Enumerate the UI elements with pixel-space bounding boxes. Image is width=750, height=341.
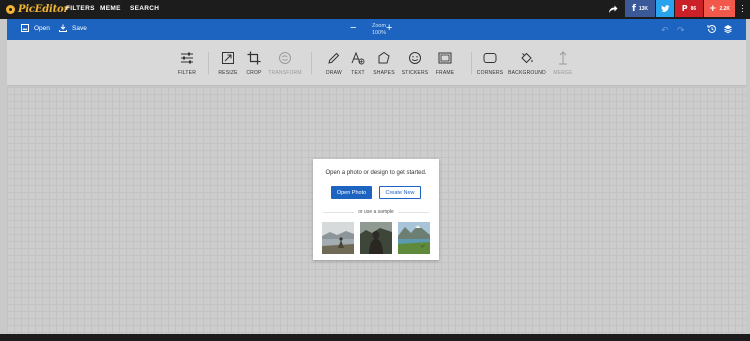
tool-filter-label: FILTER <box>177 70 197 76</box>
sample-photo-lakeside <box>322 222 354 254</box>
logo-text: PicEditor <box>18 4 69 15</box>
tool-merge-label: MERGE <box>553 70 573 76</box>
action-bar: Open Save − Zoom 100% + ↶ ↷ <box>7 19 746 40</box>
image-icon <box>21 24 29 32</box>
dialog-title: Open a photo or design to get started. <box>325 170 427 176</box>
tools-toolbar: FILTER RESIZE CROP TRANSFORM DRAW TEXT S… <box>7 40 746 86</box>
tool-frame[interactable]: FRAME <box>425 51 465 76</box>
sample-caption-text: or use a sample <box>354 209 398 215</box>
addthis-count: 2.2K <box>719 5 731 12</box>
sample-thumbnail[interactable] <box>360 222 392 254</box>
nav-search[interactable]: SEARCH <box>130 5 159 12</box>
tool-crop-label: CROP <box>246 70 262 76</box>
pinterest-share-button[interactable]: P 86 <box>675 0 703 17</box>
pinterest-icon: P <box>681 4 688 13</box>
tool-transform-label: TRANSFORM <box>268 70 302 76</box>
toolbar-divider <box>311 52 312 74</box>
save-button[interactable]: Save <box>59 24 87 32</box>
zoom-out-button[interactable]: − <box>350 22 356 34</box>
zoom-in-button[interactable]: + <box>386 22 392 34</box>
facebook-share-button[interactable]: f 13K <box>625 0 655 17</box>
tool-background[interactable]: BACKGROUND <box>507 51 547 76</box>
twitter-share-button[interactable] <box>656 0 674 17</box>
tool-corners-label: CORNERS <box>476 70 504 76</box>
top-navbar: PicEditor FILTERS MEME SEARCH f 13K P 86… <box>0 0 750 19</box>
addthis-share-button[interactable]: + 2.2K <box>704 0 735 17</box>
crop-icon <box>247 51 261 65</box>
history-icon[interactable] <box>707 24 717 34</box>
layers-icon[interactable] <box>723 24 733 34</box>
sample-photo-mountain-lake <box>398 222 430 254</box>
frame-icon <box>438 52 452 64</box>
redo-icon[interactable]: ↷ <box>677 25 685 36</box>
facebook-count: 13K <box>638 5 649 12</box>
open-button[interactable]: Open <box>21 24 50 32</box>
tool-merge[interactable]: MERGE <box>543 51 583 76</box>
create-new-button[interactable]: Create New <box>379 186 421 199</box>
share-arrow-icon[interactable] <box>608 4 618 14</box>
start-dialog: Open a photo or design to get started. O… <box>313 159 439 260</box>
tool-transform[interactable]: TRANSFORM <box>265 51 305 76</box>
transform-icon <box>279 52 291 64</box>
sample-photo-woman-forest <box>360 222 392 254</box>
sliders-icon <box>181 52 193 64</box>
twitter-icon <box>660 5 670 13</box>
shapes-icon <box>378 51 390 64</box>
undo-icon[interactable]: ↶ <box>661 25 669 36</box>
open-photo-button[interactable]: Open Photo <box>331 186 372 199</box>
tool-corners[interactable]: CORNERS <box>470 51 510 76</box>
tool-text-label: TEXT <box>351 70 365 76</box>
sample-thumbnail[interactable] <box>398 222 430 254</box>
smiley-icon <box>409 52 421 64</box>
pinterest-count: 86 <box>690 5 697 12</box>
nav-meme[interactable]: MEME <box>100 5 121 12</box>
download-icon <box>59 24 67 32</box>
plus-icon: + <box>708 3 717 14</box>
sample-thumbnail[interactable] <box>322 222 354 254</box>
tool-frame-label: FRAME <box>435 70 455 76</box>
more-menu-icon[interactable]: · · · <box>741 1 744 16</box>
open-label: Open <box>34 24 50 32</box>
app-logo[interactable]: PicEditor <box>6 3 69 16</box>
tool-shapes-label: SHAPES <box>373 70 395 76</box>
resize-icon <box>222 52 234 64</box>
nav-filters[interactable]: FILTERS <box>66 5 95 12</box>
tool-filter[interactable]: FILTER <box>167 51 207 76</box>
sample-caption: or use a sample <box>313 209 439 215</box>
tool-background-label: BACKGROUND <box>508 70 546 76</box>
bottom-strip <box>0 334 750 341</box>
save-label: Save <box>72 24 87 32</box>
text-icon <box>351 51 365 65</box>
paint-bucket-icon <box>521 52 533 64</box>
merge-icon <box>559 51 567 65</box>
facebook-icon: f <box>631 3 636 14</box>
logo-mark-icon <box>6 5 15 14</box>
rounded-rect-icon <box>483 53 497 63</box>
